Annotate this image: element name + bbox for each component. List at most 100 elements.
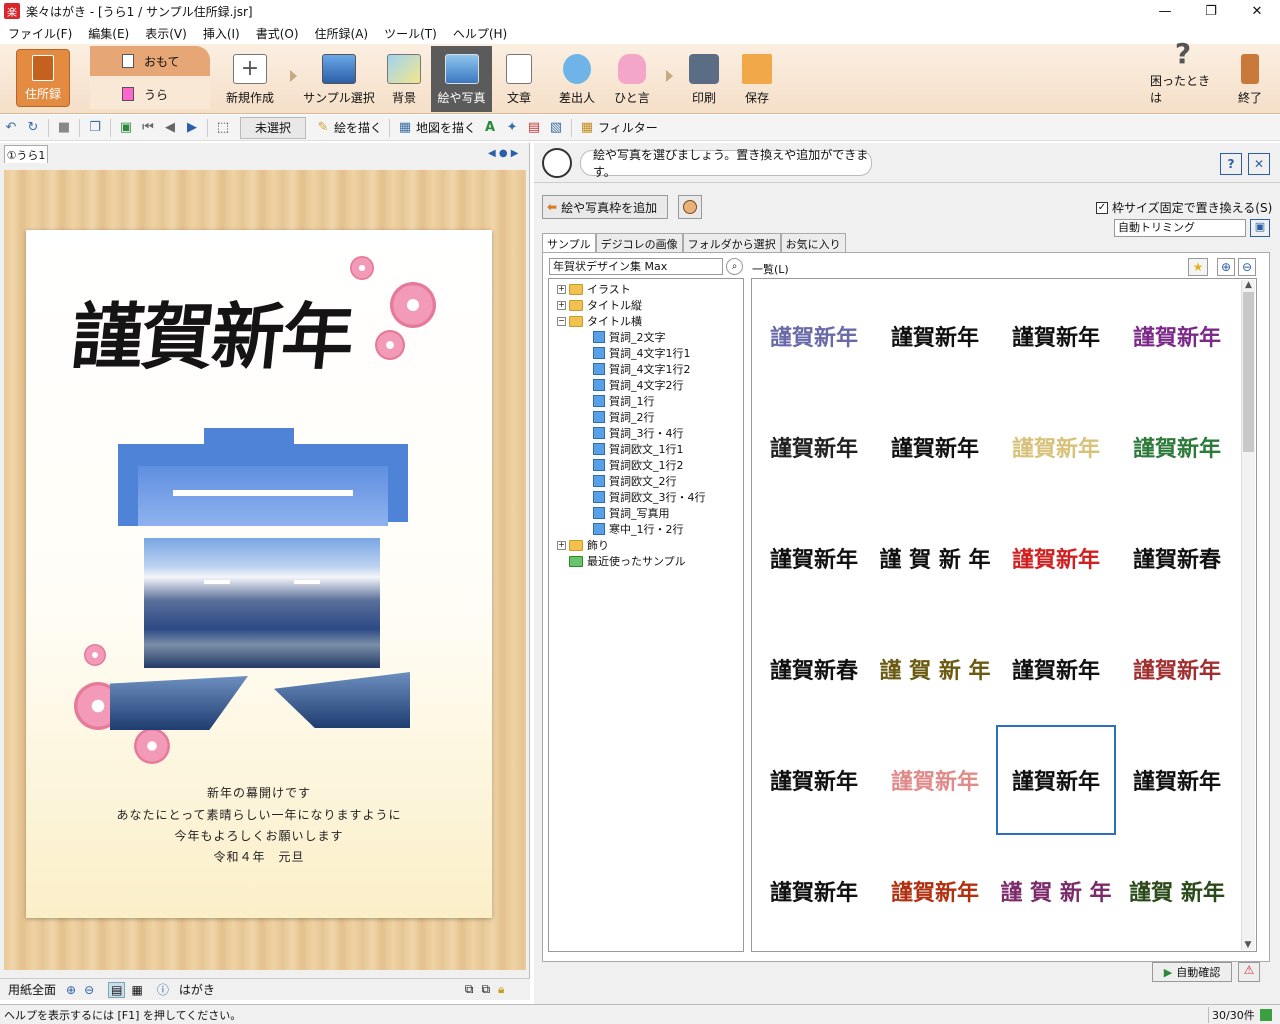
tab-nav[interactable]: ◀ ● ▶	[488, 148, 518, 159]
tree-item[interactable]: − タイトル横	[557, 313, 642, 329]
sample-thumbnail[interactable]: 謹賀 新年	[1117, 836, 1237, 946]
card-message-line[interactable]: 新年の幕開けです	[26, 784, 492, 801]
zoom-out-icon[interactable]: ⊖	[84, 983, 94, 997]
new-button[interactable]: + 新規作成	[218, 46, 282, 112]
menu-view[interactable]: 表示(V)	[137, 25, 195, 42]
sample-thumbnail[interactable]: 謹賀新年	[996, 725, 1116, 835]
export-icon[interactable]: ⧉	[481, 982, 490, 997]
view-grid-icon[interactable]: ▦	[131, 983, 142, 997]
comment-button[interactable]: ひと言	[610, 46, 654, 112]
tool-button[interactable]: ✦	[501, 117, 523, 139]
sample-thumbnail[interactable]: 謹賀新春	[1117, 503, 1237, 613]
tree-item[interactable]: 賀詞_1行	[593, 393, 655, 409]
filter-button[interactable]: ▦ フィルター	[576, 117, 661, 139]
scroll-thumb[interactable]	[1243, 292, 1254, 452]
trim-settings-icon[interactable]: ▣	[1250, 219, 1270, 237]
print-button[interactable]: 印刷	[682, 46, 726, 112]
select-frame-button[interactable]: ⬚	[212, 117, 234, 139]
fit-page-button[interactable]: 用紙全面	[8, 981, 56, 998]
tab-folder[interactable]: フォルダから選択	[682, 233, 781, 253]
tree-item[interactable]: + イラスト	[557, 281, 631, 297]
tree-item[interactable]: 賀詞欧文_1行1	[593, 441, 684, 457]
sample-thumbnail[interactable]: 謹賀新年	[754, 836, 874, 946]
sample-thumbnail[interactable]: 謹賀新年	[875, 836, 995, 946]
tree-item[interactable]: 賀詞_2文字	[593, 329, 666, 345]
background-button[interactable]: 背景	[380, 46, 428, 112]
tree-item[interactable]: 賀詞_4文字1行2	[593, 361, 691, 377]
layer-button[interactable]: ▣	[115, 117, 137, 139]
sample-thumbnail[interactable]: 謹 賀 新 年	[875, 503, 995, 613]
side-tab-back1[interactable]: ①うら1	[4, 145, 48, 163]
tree-item[interactable]: 最近使ったサンプル	[557, 553, 686, 569]
expander-icon[interactable]: +	[557, 540, 566, 550]
tree-item[interactable]: 賀詞_2行	[593, 409, 655, 425]
auto-confirm-button[interactable]: ▶ 自動確認	[1152, 962, 1232, 982]
add-frame-button[interactable]: ⬅ 絵や写真枠を追加	[542, 195, 668, 219]
expander-icon[interactable]: +	[557, 284, 566, 294]
menu-tools[interactable]: ツール(T)	[376, 25, 445, 42]
menu-file[interactable]: ファイル(F)	[0, 25, 80, 42]
map-button[interactable]: ▦ 地図を描く	[394, 117, 479, 139]
tree-item[interactable]: 賀詞_写真用	[593, 505, 670, 521]
tab-sample[interactable]: サンプル	[542, 233, 596, 253]
tree-item[interactable]: 賀詞欧文_1行2	[593, 457, 684, 473]
sample-thumbnail[interactable]: 謹賀新年	[1117, 614, 1237, 724]
tree-item[interactable]: 賀詞欧文_3行・4行	[593, 489, 706, 505]
help-icon[interactable]: ?	[1220, 153, 1242, 175]
restore-button[interactable]: ❐	[1188, 0, 1234, 22]
favorite-star-icon[interactable]: ★	[1188, 258, 1208, 276]
sample-thumbnail[interactable]: 謹賀新年	[996, 281, 1116, 391]
sample-select-button[interactable]: サンプル選択	[302, 46, 376, 112]
undo-button[interactable]: ↶	[0, 117, 22, 139]
scroll-up-icon[interactable]: ▲	[1242, 280, 1255, 290]
kanji-photo[interactable]	[110, 428, 410, 733]
card-greeting-title[interactable]: 謹賀新年	[66, 282, 448, 392]
sample-thumbnail[interactable]: 謹賀新年	[875, 392, 995, 502]
view-single-icon[interactable]: ▤	[108, 981, 126, 998]
copy-button[interactable]: ❐	[84, 117, 106, 139]
sample-thumbnail[interactable]: 謹賀新年	[754, 503, 874, 613]
collection-select[interactable]: 年賀状デザイン集 Max	[549, 258, 723, 275]
person-button[interactable]	[678, 195, 702, 219]
side-front-tab[interactable]: おもて	[90, 46, 210, 76]
tree-item[interactable]: 寒中_1行・2行	[593, 521, 684, 537]
zoom-in-icon[interactable]: ⊕	[66, 983, 76, 997]
lock-icon[interactable]: 🔒︎	[498, 982, 504, 997]
sample-thumbnail[interactable]: 謹賀新年	[996, 503, 1116, 613]
tree-item[interactable]: 賀詞_4文字2行	[593, 377, 684, 393]
sample-thumbnail[interactable]: 謹賀新春	[754, 614, 874, 724]
fixed-size-checkbox[interactable]: ✓ 枠サイズ固定で置き換える(S)	[1096, 199, 1272, 216]
sample-thumbnail[interactable]: 謹賀新年	[1117, 281, 1237, 391]
save-button[interactable]: 保存	[735, 46, 779, 112]
sample-thumbnail[interactable]: 謹賀新年	[996, 614, 1116, 724]
next-button[interactable]: ▶	[181, 117, 203, 139]
menu-address[interactable]: 住所録(A)	[307, 25, 377, 42]
calendar-button[interactable]: ▤	[523, 117, 545, 139]
info-icon[interactable]: ⓘ	[157, 981, 169, 998]
text-button[interactable]: 文章	[498, 46, 540, 112]
sample-thumbnail[interactable]: 謹賀新年	[996, 392, 1116, 502]
tree-item[interactable]: 賀詞_4文字1行1	[593, 345, 691, 361]
card-message-line[interactable]: 令和４年 元旦	[26, 848, 492, 865]
minimize-button[interactable]: —	[1142, 0, 1188, 22]
first-button[interactable]: ⏮	[137, 117, 159, 139]
exit-button[interactable]: 終了	[1232, 46, 1268, 112]
prev-button[interactable]: ◀	[159, 117, 181, 139]
tab-favorites[interactable]: お気に入り	[780, 233, 846, 253]
delete-button[interactable]: ■	[53, 117, 75, 139]
card-message-line[interactable]: あなたにとって素晴らしい一年になりますように	[26, 806, 492, 823]
sample-thumbnail[interactable]: 謹賀新年	[1117, 392, 1237, 502]
zoom-out-icon[interactable]: ⊖	[1238, 258, 1256, 276]
sample-thumbnail[interactable]: 謹 賀 新 年	[996, 836, 1116, 946]
tree-item[interactable]: + タイトル縦	[557, 297, 642, 313]
sample-thumbnail[interactable]: 謹賀新年	[875, 281, 995, 391]
scroll-down-icon[interactable]: ▼	[1242, 940, 1254, 950]
sample-thumbnail[interactable]: 謹賀新年	[875, 725, 995, 835]
address-book-button[interactable]: 住所録	[16, 49, 70, 107]
tree-item[interactable]: 賀詞欧文_2行	[593, 473, 677, 489]
draw-button[interactable]: ✎ 絵を描く	[312, 117, 385, 139]
tree-item[interactable]: + 飾り	[557, 537, 609, 553]
grid-scrollbar[interactable]: ▲ ▼	[1241, 280, 1255, 950]
search-icon[interactable]: ⌕	[726, 258, 743, 275]
tab-digicolle[interactable]: デジコレの画像	[595, 233, 683, 253]
